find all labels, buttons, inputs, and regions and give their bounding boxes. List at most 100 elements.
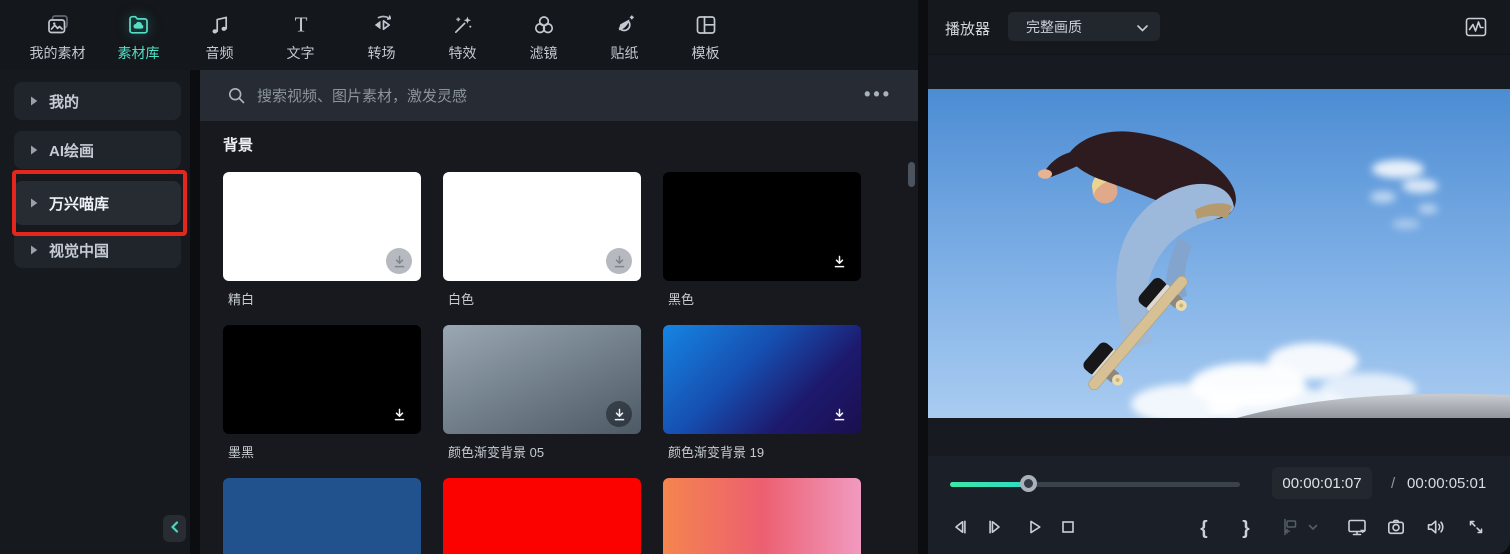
audio-icon — [207, 10, 233, 40]
background-card[interactable] — [443, 172, 641, 281]
library-content: 背景 精白 白色 黑色 墨黑 颜色渐变背景 05 颜色渐变背景 19 — [200, 121, 918, 554]
player-controls: 00:00:01:07 / 00:00:05:01 {} — [928, 456, 1510, 554]
tab-my-media[interactable]: 我的素材 — [17, 0, 98, 70]
sidebar-item-label: 视觉中国 — [49, 242, 110, 260]
chevron-right-icon — [29, 197, 39, 209]
transition-icon — [369, 10, 395, 40]
download-icon[interactable] — [606, 248, 632, 274]
fullscreen-button[interactable] — [1464, 517, 1488, 541]
background-card[interactable] — [443, 325, 641, 434]
marker-icon — [1276, 515, 1300, 544]
player-header: 播放器 完整画质 — [928, 0, 1510, 55]
search-input[interactable]: 搜索视频、图片素材，激发灵感 — [257, 85, 467, 106]
search-bar[interactable]: 搜索视频、图片素材，激发灵感 ••• — [200, 70, 918, 121]
tab-transition[interactable]: 转场 — [341, 0, 422, 70]
chevron-right-icon — [29, 144, 39, 156]
tab-templates[interactable]: 模板 — [665, 0, 746, 70]
background-card[interactable] — [443, 478, 641, 554]
stop-icon — [1056, 515, 1080, 544]
sidebar-item-1[interactable]: 我的 — [14, 82, 181, 120]
background-card[interactable] — [663, 325, 861, 434]
download-icon[interactable] — [386, 401, 412, 427]
tab-label: 音频 — [205, 45, 234, 61]
card-label: 颜色渐变背景 05 — [448, 445, 545, 460]
text-icon: T — [288, 10, 314, 40]
marker-button — [1276, 517, 1300, 541]
sidebar-item-2[interactable]: AI绘画 — [14, 131, 181, 169]
chevron-down-button — [1301, 517, 1325, 541]
my-media-icon — [45, 10, 71, 40]
screen-button[interactable] — [1345, 517, 1369, 541]
section-title: 背景 — [223, 137, 254, 154]
sidebar-item-4[interactable]: 视觉中国 — [14, 232, 181, 268]
background-card[interactable] — [223, 478, 421, 554]
snapshot-button[interactable] — [1384, 517, 1408, 541]
sidebar-item-label: 万兴喵库 — [49, 195, 110, 213]
render-scope-icon[interactable] — [1463, 14, 1489, 40]
mark-in-icon: { — [1200, 518, 1208, 539]
tab-label: 文字 — [286, 45, 315, 61]
download-icon[interactable] — [606, 401, 632, 427]
current-timecode[interactable]: 00:00:01:07 — [1272, 467, 1372, 499]
snapshot-icon — [1384, 515, 1408, 544]
tab-label: 转场 — [367, 45, 396, 61]
background-card[interactable] — [663, 478, 861, 554]
more-options-button[interactable]: ••• — [864, 84, 892, 105]
next-frame-button[interactable] — [983, 517, 1007, 541]
background-card[interactable] — [663, 172, 861, 281]
sidebar-item-label: AI绘画 — [49, 142, 95, 160]
mark-out-button[interactable]: } — [1234, 517, 1258, 541]
download-icon[interactable] — [826, 248, 852, 274]
card-label: 墨黑 — [228, 445, 255, 460]
download-icon[interactable] — [386, 248, 412, 274]
next-frame-icon — [983, 515, 1007, 544]
chevron-down-icon — [1137, 19, 1148, 35]
stop-button[interactable] — [1056, 517, 1080, 541]
quality-value: 完整画质 — [1026, 18, 1082, 35]
search-icon — [228, 87, 245, 104]
fullscreen-icon — [1464, 515, 1488, 544]
sidebar-item-3[interactable]: 万兴喵库 — [14, 181, 181, 225]
tab-text[interactable]: T 文字 — [260, 0, 341, 70]
sidebar: 我的 AI绘画 万兴喵库 视觉中国 — [0, 70, 190, 554]
mark-out-icon: } — [1242, 518, 1250, 539]
play-button[interactable] — [1022, 517, 1046, 541]
templates-icon — [693, 10, 719, 40]
player-panel: 播放器 完整画质 00:00:01:07 / 00:00:05:01 {} — [928, 0, 1510, 554]
screen-icon — [1344, 515, 1370, 544]
total-timecode: 00:00:05:01 — [1407, 475, 1487, 492]
sidebar-item-label: 我的 — [49, 93, 80, 111]
background-card[interactable] — [223, 325, 421, 434]
video-preview[interactable] — [928, 89, 1510, 418]
mark-in-button[interactable]: { — [1192, 517, 1216, 541]
tab-label: 特效 — [448, 45, 477, 61]
chevron-right-icon — [29, 95, 39, 107]
volume-button[interactable] — [1423, 517, 1447, 541]
sidebar-collapse-button[interactable] — [163, 515, 186, 542]
chevron-right-icon — [29, 244, 39, 256]
seek-slider[interactable] — [950, 482, 1240, 487]
seek-thumb[interactable] — [1020, 475, 1037, 492]
play-icon — [1022, 515, 1046, 544]
tab-label: 贴纸 — [610, 45, 639, 61]
background-card[interactable] — [223, 172, 421, 281]
tab-filters[interactable]: 滤镜 — [503, 0, 584, 70]
tab-label: 我的素材 — [29, 45, 86, 61]
tab-label: 素材库 — [117, 45, 160, 61]
filters-icon — [531, 10, 557, 40]
tab-stickers[interactable]: 贴纸 — [584, 0, 665, 70]
svg-text:T: T — [294, 13, 307, 37]
tab-library[interactable]: 素材库 — [98, 0, 179, 70]
prev-frame-button[interactable] — [948, 517, 972, 541]
tab-effects[interactable]: 特效 — [422, 0, 503, 70]
vertical-scrollbar[interactable] — [908, 162, 915, 187]
quality-dropdown[interactable]: 完整画质 — [1008, 12, 1160, 41]
download-icon[interactable] — [826, 401, 852, 427]
chevron-down-icon — [1305, 519, 1321, 540]
card-label: 白色 — [448, 292, 475, 307]
prev-frame-icon — [948, 515, 972, 544]
tab-audio[interactable]: 音频 — [179, 0, 260, 70]
effects-icon — [450, 10, 476, 40]
top-toolbar: 我的素材 素材库 音频 T 文字 转场 特效 滤镜 贴纸 模板 — [0, 0, 918, 70]
timecode-separator: / — [1391, 475, 1396, 492]
